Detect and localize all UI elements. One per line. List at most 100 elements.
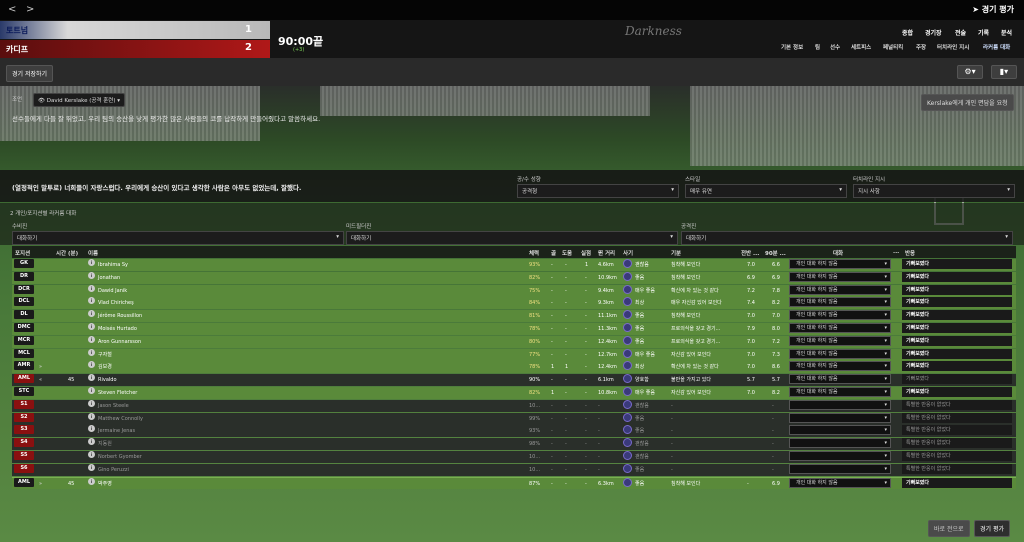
info-icon[interactable]: i bbox=[88, 335, 95, 343]
player-name[interactable]: Dawid Janik bbox=[98, 285, 127, 297]
attack-dropdown[interactable]: 공격형 ▾ bbox=[517, 184, 679, 198]
menu-analysis[interactable]: 분석 bbox=[1001, 28, 1012, 37]
info-icon[interactable]: i bbox=[88, 374, 95, 382]
advisor-dropdown[interactable]: 👁 David Kerslake (공격 훈련) ▾ bbox=[33, 93, 126, 107]
talk-dropdown[interactable]: 개인 대화 하지 않음 ▾ bbox=[789, 335, 891, 346]
player-name[interactable]: Jérôme Roussillon bbox=[98, 310, 142, 322]
talk-dropdown[interactable]: 개인 대화 하지 않음 ▾ bbox=[789, 348, 891, 359]
talk-dropdown[interactable]: 개인 대화 하지 않음 ▾ bbox=[789, 477, 891, 488]
talk-dropdown[interactable]: 개인 대화 하지 않음 ▾ bbox=[789, 297, 891, 308]
midfield-dropdown[interactable]: 대화하기 ▾ bbox=[346, 231, 678, 245]
match-rating-button[interactable]: 경기 평가 bbox=[974, 520, 1010, 537]
touchline-dropdown[interactable]: 지시 사항 ▾ bbox=[853, 184, 1015, 198]
talk-dropdown[interactable]: 개인 대화 하지 않음 ▾ bbox=[789, 387, 891, 397]
submenu-captain[interactable]: 주장 bbox=[916, 43, 926, 51]
defense-dropdown[interactable]: 대화하기 ▾ bbox=[12, 231, 344, 245]
table-row[interactable]: AML « 45 i Rivaldo 90% - - - 6.1km 양호함 불만을 가지고 있다 5.… bbox=[12, 374, 1016, 387]
info-icon[interactable]: i bbox=[88, 310, 95, 318]
player-name[interactable]: Jermaine Jenas bbox=[98, 425, 135, 437]
submenu-teamtalk[interactable]: 라커룸 대화 bbox=[983, 43, 1010, 51]
menu-overview[interactable]: 종합 bbox=[902, 28, 913, 37]
table-row[interactable]: STC i Steven Fletcher 82% 1 - - 10.8km 매우 좋음 자신감 … bbox=[12, 387, 1016, 399]
col-response[interactable]: 반응 bbox=[905, 249, 915, 257]
chat-button[interactable]: ▮▾ bbox=[991, 65, 1017, 79]
col-conceded[interactable]: 실점 bbox=[581, 249, 591, 257]
talk-dropdown[interactable]: ▾ bbox=[789, 451, 891, 461]
info-icon[interactable]: i bbox=[88, 477, 95, 485]
col-condition[interactable]: 체력 bbox=[529, 249, 539, 257]
table-row[interactable]: S2 i Matthew Connolly 99% - - - - 좋음 - - ▾ 특별한 반응이 없… bbox=[12, 412, 1016, 425]
submenu-team[interactable]: 팀 bbox=[815, 43, 820, 51]
info-icon[interactable]: i bbox=[88, 348, 95, 356]
player-name[interactable]: Moisés Hurtado bbox=[98, 323, 137, 335]
talk-dropdown[interactable]: 개인 대화 하지 않음 ▾ bbox=[789, 323, 891, 333]
player-name[interactable]: 구자철 bbox=[98, 349, 112, 361]
player-name[interactable]: Norbert Gyomber bbox=[98, 451, 142, 463]
col-mood[interactable]: 기분 bbox=[671, 249, 681, 257]
talk-dropdown[interactable]: 개인 대화 하지 않음 ▾ bbox=[789, 361, 891, 372]
player-name[interactable]: Jason Steele bbox=[98, 400, 129, 412]
talk-dropdown[interactable]: 개인 대화 하지 않음 ▾ bbox=[789, 259, 891, 269]
info-icon[interactable]: i bbox=[88, 451, 95, 458]
submenu-setpieces[interactable]: 세트피스 bbox=[851, 43, 871, 51]
col-goals[interactable]: 골 bbox=[551, 249, 556, 257]
info-icon[interactable]: i bbox=[88, 361, 95, 369]
replay-button[interactable]: 바로 전으로 bbox=[928, 520, 970, 537]
away-team[interactable]: 카디프 bbox=[0, 40, 270, 58]
home-team[interactable]: 토트넘 bbox=[0, 21, 270, 39]
player-name[interactable]: Vlad Chiricheş bbox=[98, 297, 134, 309]
col-time[interactable]: 시간 (분) bbox=[56, 249, 78, 257]
col-name[interactable]: 이름 bbox=[88, 249, 98, 257]
info-icon[interactable]: i bbox=[88, 387, 95, 394]
menu-stadium[interactable]: 경기장 bbox=[925, 28, 942, 37]
table-row[interactable]: MCL i 구자철 77% - - - 12.7km 매우 좋음 자신감 있어 보인다 7.0 7.3… bbox=[12, 348, 1016, 361]
talk-dropdown[interactable]: ▾ bbox=[789, 425, 891, 436]
player-name[interactable]: Gino Peruzzi bbox=[98, 464, 129, 476]
table-row[interactable]: S6 i Gino Peruzzi 10... - - - - 좋음 - - ▾ 특별한 반응이 없었다 bbox=[12, 463, 1016, 476]
col-rating-90[interactable]: 90분 ... bbox=[765, 249, 786, 257]
player-name[interactable]: Matthew Connolly bbox=[98, 413, 143, 425]
talk-dropdown[interactable]: 개인 대화 하지 않음 ▾ bbox=[789, 284, 891, 295]
style-dropdown[interactable]: 매우 유연 ▾ bbox=[685, 184, 847, 198]
screen-title[interactable]: ➤ 경기 평가 bbox=[972, 4, 1014, 15]
info-icon[interactable]: i bbox=[88, 323, 95, 330]
table-row[interactable]: S3 i Jermaine Jenas 93% - - - - 좋음 - - ▾ 특별한 반응이 없었다 bbox=[12, 425, 1016, 438]
player-name[interactable]: 지동원 bbox=[98, 438, 112, 450]
table-row[interactable]: DR i Jonathan 82% - - - 10.9km 좋음 침착해 보인다 6.9 6.9 개인… bbox=[12, 271, 1016, 284]
player-name[interactable]: 김보경 bbox=[98, 361, 112, 373]
back-button[interactable]: < bbox=[8, 4, 16, 15]
save-match-button[interactable]: 경기 저장하기 bbox=[6, 65, 54, 82]
talk-dropdown[interactable]: ▾ bbox=[789, 399, 891, 410]
talk-dropdown[interactable]: ▾ bbox=[789, 463, 891, 474]
info-icon[interactable]: i bbox=[88, 259, 95, 266]
col-distance[interactable]: 뛴 거리 bbox=[598, 249, 615, 257]
info-icon[interactable]: i bbox=[88, 399, 95, 407]
col-assists[interactable]: 도움 bbox=[562, 249, 572, 257]
col-pos[interactable]: 포지션 bbox=[15, 249, 30, 257]
table-row[interactable]: AMR » i 김보경 78% 1 1 - 12.4km 최상 확신에 차 있는 것 같다 7.0 8.… bbox=[12, 361, 1016, 374]
player-name[interactable]: 박주영 bbox=[98, 478, 112, 490]
attack-unit-dropdown[interactable]: 대화하기 ▾ bbox=[681, 231, 1013, 245]
menu-stats[interactable]: 기록 bbox=[978, 28, 989, 37]
table-row[interactable]: DCR i Dawid Janik 75% - - - 9.4km 매우 좋음 확신에 차 있는 … bbox=[12, 284, 1016, 297]
info-icon[interactable]: i bbox=[88, 425, 95, 433]
talk-dropdown[interactable]: 개인 대화 하지 않음 ▾ bbox=[789, 374, 891, 385]
table-row[interactable]: S4 i 지동원 98% - - - - 괜찮음 - - ▾ 특별한 반응이 없었다 bbox=[12, 438, 1016, 451]
table-row[interactable]: DL i Jérôme Roussillon 81% - - - 11.1km 좋음 침착해 보인… bbox=[12, 310, 1016, 323]
info-icon[interactable]: i bbox=[88, 284, 95, 292]
talk-dropdown[interactable]: 개인 대화 하지 않음 ▾ bbox=[789, 271, 891, 282]
talk-dropdown[interactable]: ▾ bbox=[789, 438, 891, 449]
info-icon[interactable]: i bbox=[88, 438, 95, 446]
table-row[interactable]: AML » 45 i 박주영 87% - - - 6.3km 좋음 침착해 보인다 - 6.9 개인 대화 … bbox=[12, 476, 1016, 490]
table-row[interactable]: DCL i Vlad Chiricheş 84% - - - 9.3km 최상 매우 자신감 있어… bbox=[12, 297, 1016, 310]
table-row[interactable]: DMC i Moisés Hurtado 78% - - - 11.3km 좋음 프로의식을 갖고… bbox=[12, 323, 1016, 335]
col-more[interactable]: ... bbox=[893, 249, 899, 255]
info-icon[interactable]: i bbox=[88, 271, 95, 279]
table-row[interactable]: GK i Ibrahima Sy 93% - - 1 4.6km 괜찮음 침착해 보인다 7.0 6.… bbox=[12, 259, 1016, 271]
player-name[interactable]: Jonathan bbox=[98, 272, 120, 284]
talk-dropdown[interactable]: 개인 대화 하지 않음 ▾ bbox=[789, 310, 891, 321]
table-row[interactable]: S1 i Jason Steele 10... - - - - 괜찮음 - - ▾ 특별한 반응이 없었… bbox=[12, 399, 1016, 412]
col-morale[interactable]: 사기 bbox=[623, 249, 633, 257]
player-name[interactable]: Rivaldo bbox=[98, 374, 117, 386]
request-meeting-button[interactable]: Kerslake에게 개인 면담을 요청 bbox=[921, 94, 1014, 111]
